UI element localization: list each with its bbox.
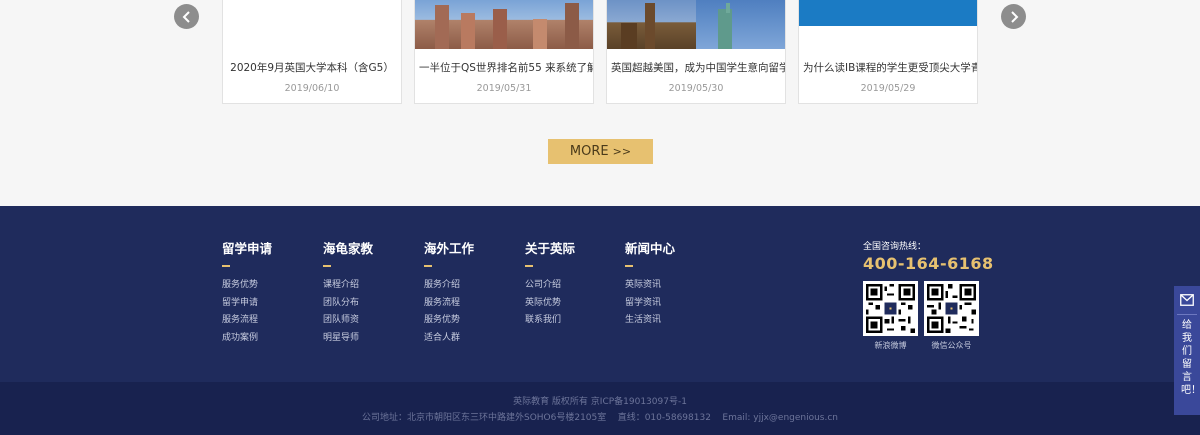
footer-column-study-abroad: 留学申请 服务优势 留学申请 服务流程 成功案例 bbox=[222, 238, 272, 347]
wechat-qr-code bbox=[924, 281, 979, 336]
hotline-label: 全国咨询热线： bbox=[863, 242, 927, 252]
leave-message-label: 给我们留言吧！ bbox=[1181, 320, 1200, 396]
footer-column-heading[interactable]: 海龟家教 bbox=[323, 238, 373, 257]
news-card-date: 2019/06/10 bbox=[284, 83, 340, 94]
footer-column-heading[interactable]: 留学申请 bbox=[222, 238, 272, 257]
news-card-date: 2019/05/31 bbox=[476, 83, 532, 94]
qr-code-icon bbox=[866, 284, 915, 333]
news-card-title[interactable]: 2020年9月英国大学本科（含G5） bbox=[223, 60, 401, 75]
footer-link[interactable]: 联系我们 bbox=[525, 312, 575, 330]
footer-link[interactable]: 公司介绍 bbox=[525, 277, 575, 295]
footer-link[interactable]: 成功案例 bbox=[222, 330, 272, 348]
footer-link[interactable]: 留学资讯 bbox=[625, 295, 675, 313]
site-footer: 留学申请 服务优势 留学申请 服务流程 成功案例 海龟家教 课程介绍 团队分布 … bbox=[0, 206, 1200, 382]
news-thumbnail bbox=[799, 0, 977, 49]
footer-column-overseas-work: 海外工作 服务介绍 服务流程 服务优势 适合人群 bbox=[424, 238, 474, 347]
news-card-title[interactable]: 为什么读IB课程的学生更受顶尖大学青 bbox=[799, 60, 977, 75]
footer-link[interactable]: 英际优势 bbox=[525, 295, 575, 313]
footer-column-tutoring: 海龟家教 课程介绍 团队分布 团队师资 明星导师 bbox=[323, 238, 373, 347]
footer-link[interactable]: 服务优势 bbox=[222, 277, 272, 295]
more-button[interactable]: MORE >> bbox=[548, 139, 653, 164]
footer-column-heading[interactable]: 新闻中心 bbox=[625, 238, 675, 257]
news-card-date: 2019/05/29 bbox=[860, 83, 916, 94]
address-text: 公司地址：北京市朝阳区东三环中路建外SOHO6号楼2105室 直线：010-58… bbox=[361, 413, 839, 423]
news-card[interactable]: 2020年9月英国大学本科（含G5） 2019/06/10 bbox=[222, 0, 402, 104]
heading-underline bbox=[222, 265, 230, 267]
news-card[interactable]: 一半位于QS世界排名前55 来系统了解 2019/05/31 bbox=[414, 0, 594, 104]
footer-link[interactable]: 服务介绍 bbox=[424, 277, 474, 295]
chevron-right-icon bbox=[1010, 10, 1018, 23]
footer-link[interactable]: 服务流程 bbox=[222, 312, 272, 330]
news-card-title[interactable]: 一半位于QS世界排名前55 来系统了解 bbox=[415, 60, 593, 75]
news-card-title[interactable]: 英国超越美国，成为中国学生意向留学 bbox=[607, 60, 785, 75]
news-thumbnail bbox=[223, 0, 401, 49]
double-chevron-right-icon: >> bbox=[612, 145, 632, 158]
footer-link[interactable]: 生活资讯 bbox=[625, 312, 675, 330]
footer-link[interactable]: 适合人群 bbox=[424, 330, 474, 348]
qr-caption: 微信公众号 bbox=[931, 341, 972, 350]
footer-column-heading[interactable]: 海外工作 bbox=[424, 238, 474, 257]
footer-column-heading[interactable]: 关于英际 bbox=[525, 238, 575, 257]
footer-link[interactable]: 明星导师 bbox=[323, 330, 373, 348]
widget-divider bbox=[1177, 314, 1197, 315]
more-button-label: MORE bbox=[569, 144, 609, 159]
footer-link[interactable]: 留学申请 bbox=[222, 295, 272, 313]
news-thumbnail bbox=[415, 0, 593, 49]
carousel-next-button[interactable] bbox=[1001, 4, 1026, 29]
news-card-date: 2019/05/30 bbox=[668, 83, 724, 94]
footer-link[interactable]: 服务优势 bbox=[424, 312, 474, 330]
qr-caption: 新浪微博 bbox=[874, 341, 907, 350]
footer-link[interactable]: 英际资讯 bbox=[625, 277, 675, 295]
footer-column-news: 新闻中心 英际资讯 留学资讯 生活资讯 bbox=[625, 238, 675, 330]
footer-link[interactable]: 团队分布 bbox=[323, 295, 373, 313]
leave-message-widget[interactable]: 给我们留言吧！ bbox=[1174, 286, 1200, 415]
heading-underline bbox=[424, 265, 432, 267]
footer-column-about: 关于英际 公司介绍 英际优势 联系我们 bbox=[525, 238, 575, 330]
mail-icon bbox=[1180, 294, 1194, 306]
qr-code-icon bbox=[927, 284, 976, 333]
news-card[interactable]: 为什么读IB课程的学生更受顶尖大学青 2019/05/29 bbox=[798, 0, 978, 104]
heading-underline bbox=[323, 265, 331, 267]
footer-link[interactable]: 课程介绍 bbox=[323, 277, 373, 295]
heading-underline bbox=[525, 265, 533, 267]
news-thumbnail bbox=[607, 0, 785, 49]
footer-link[interactable]: 团队师资 bbox=[323, 312, 373, 330]
copyright-text: 英际教育 版权所有 京ICP备19013097号-1 bbox=[513, 397, 687, 407]
chevron-left-icon bbox=[182, 10, 190, 23]
news-section: 2020年9月英国大学本科（含G5） 2019/06/10 一半位于QS世界排名… bbox=[0, 0, 1200, 206]
copyright-bar: 英际教育 版权所有 京ICP备19013097号-1 公司地址：北京市朝阳区东三… bbox=[0, 382, 1200, 435]
heading-underline bbox=[625, 265, 633, 267]
footer-link[interactable]: 服务流程 bbox=[424, 295, 474, 313]
weibo-qr-code bbox=[863, 281, 918, 336]
hotline-number[interactable]: 400-164-6168 bbox=[863, 254, 994, 273]
carousel-prev-button[interactable] bbox=[174, 4, 199, 29]
news-card[interactable]: 英国超越美国，成为中国学生意向留学 2019/05/30 bbox=[606, 0, 786, 104]
